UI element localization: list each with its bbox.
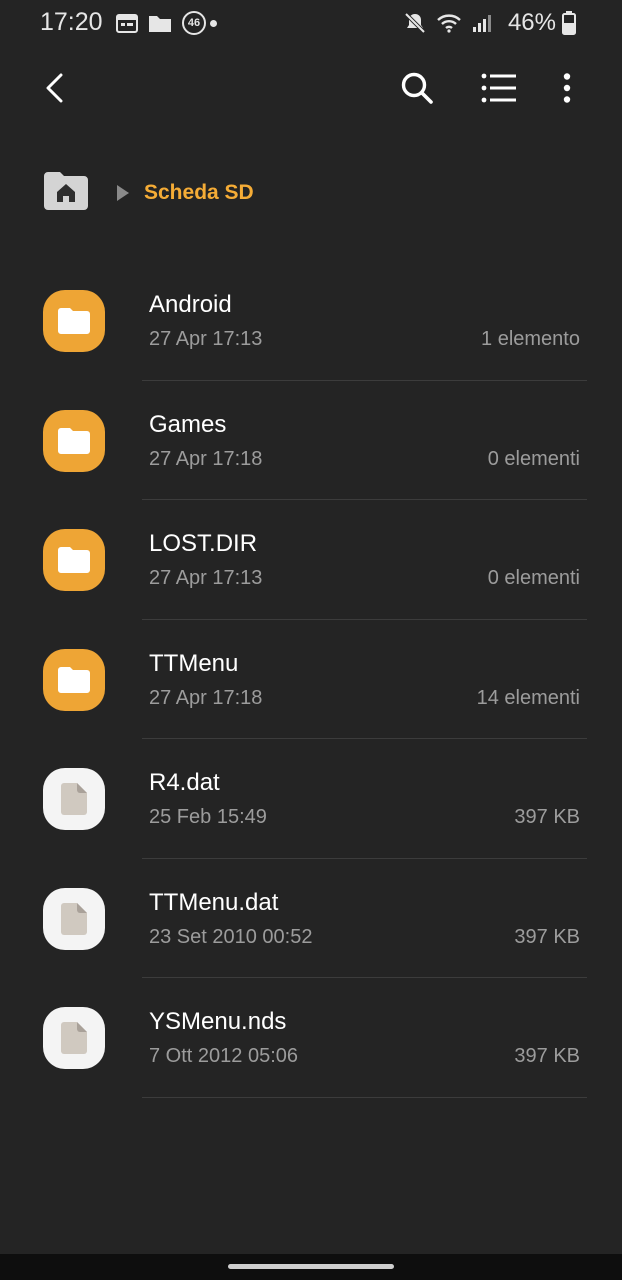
file-date: 27 Apr 17:13 [149,328,263,350]
breadcrumb: Scheda SD [42,170,254,216]
network-46-badge: 46 [182,11,206,35]
file-date: 27 Apr 17:18 [149,686,263,709]
divider [142,1096,587,1098]
file-name: R4.dat [149,769,220,796]
home-gesture-handle[interactable] [228,1264,394,1269]
battery-icon [562,11,576,35]
status-time: 17:20 [40,8,103,36]
list-view-button[interactable] [474,65,524,115]
file-item-count: 1 elemento [481,328,580,350]
file-date: 25 Feb 15:49 [149,806,267,828]
back-button[interactable] [30,65,80,115]
breadcrumb-home[interactable] [42,170,90,217]
search-button[interactable] [392,65,442,115]
list-item[interactable]: Android 27 Apr 17:13 1 elemento [0,261,622,381]
list-item[interactable]: TTMenu.dat 23 Set 2010 00:52 397 KB [0,859,622,978]
file-name: YSMenu.nds [149,1008,287,1035]
file-size: 397 KB [514,925,580,948]
list-item[interactable]: LOST.DIR 27 Apr 17:13 0 elementi [0,500,622,620]
chevron-left-icon [44,73,66,108]
notification-dot [210,19,217,27]
calendar-icon [116,13,138,33]
status-bar: 17:20 46 46% [0,0,622,46]
search-icon [400,71,434,110]
more-vert-icon [562,72,572,108]
file-name: Games [149,410,227,438]
document-icon [43,1007,105,1069]
mute-icon [404,12,426,34]
file-size: 397 KB [514,1045,580,1067]
folder-icon [43,409,105,472]
file-item-count: 14 elementi [476,686,580,709]
list-view-icon [481,73,517,108]
wifi-icon [436,13,462,33]
list-item[interactable]: Games 27 Apr 17:18 0 elementi [0,381,622,500]
file-list: Android 27 Apr 17:13 1 elemento Games 27… [0,261,622,1098]
folder-icon [148,13,172,33]
document-icon [43,887,105,950]
navigation-bar [0,1254,622,1280]
file-name: TTMenu [149,649,239,677]
breadcrumb-separator-icon [116,184,130,202]
file-date: 27 Apr 17:18 [149,447,263,470]
file-name: TTMenu.dat [149,888,279,916]
file-item-count: 0 elementi [487,567,580,589]
file-item-count: 0 elementi [487,447,580,470]
app-bar [0,55,622,127]
more-options-button[interactable] [542,65,592,115]
file-date: 27 Apr 17:13 [149,567,263,589]
file-size: 397 KB [514,806,580,828]
list-item[interactable]: TTMenu 27 Apr 17:18 14 elementi [0,620,622,739]
folder-icon [43,529,105,591]
list-item[interactable]: R4.dat 25 Feb 15:49 397 KB [0,739,622,859]
breadcrumb-current[interactable]: Scheda SD [144,181,254,205]
status-right-icons: 46% [404,9,586,37]
file-date: 23 Set 2010 00:52 [149,925,313,948]
file-date: 7 Ott 2012 05:06 [149,1045,299,1067]
document-icon [43,768,105,830]
home-folder-icon [42,170,90,217]
file-manager-screen: 17:20 46 46% Scheda SD Android 27 Apr 17… [0,0,622,1280]
status-left-icons: 46 [116,11,217,35]
folder-icon [43,290,105,352]
file-name: Android [149,291,232,318]
folder-icon [43,648,105,711]
signal-icon [472,13,494,33]
file-name: LOST.DIR [149,530,258,557]
battery-percent: 46% [507,9,556,36]
list-item[interactable]: YSMenu.nds 7 Ott 2012 05:06 397 KB [0,978,622,1098]
